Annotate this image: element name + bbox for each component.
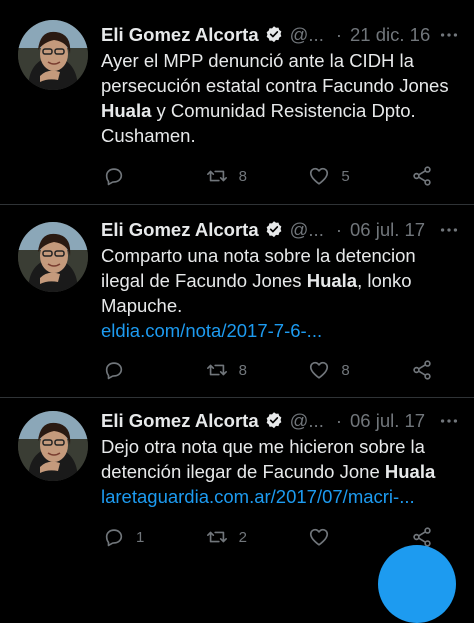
retweet-count: 8 [238, 361, 247, 379]
separator-dot: · [335, 410, 343, 431]
tweet-text-part: Dejo otra nota que me hicieron sobre la … [101, 436, 425, 482]
tweet-header: Eli Gomez Alcorta @... · 06 jul. 17 [101, 217, 460, 243]
avatar[interactable] [18, 222, 88, 292]
tweet-date[interactable]: 06 jul. 17 [350, 219, 425, 241]
reply-count: 1 [136, 528, 145, 546]
verified-badge-icon [266, 26, 281, 43]
heart-icon [310, 528, 329, 546]
reply-button[interactable]: 1 [103, 526, 173, 548]
retweet-button[interactable]: 8 [206, 359, 276, 381]
share-button[interactable] [411, 359, 433, 381]
like-button[interactable]: 8 [308, 359, 378, 381]
author-name[interactable]: Eli Gomez Alcorta [101, 410, 259, 432]
author-handle[interactable]: @... [290, 410, 324, 432]
author-name[interactable]: Eli Gomez Alcorta [101, 219, 259, 241]
like-count: 5 [341, 167, 350, 185]
tweet-actions: 8 8 [103, 358, 433, 382]
more-dots-icon[interactable] [438, 24, 460, 46]
tweet-text-bold: Huala [306, 270, 358, 291]
tweet[interactable]: Eli Gomez Alcorta @... · 06 jul. 17 Comp… [0, 204, 474, 397]
reply-button[interactable] [103, 165, 173, 187]
tweet-text-part: Ayer el MPP denunció ante la CIDH la per… [101, 50, 449, 96]
tweet-text-bold: Huala [384, 461, 436, 482]
like-button[interactable]: 5 [308, 165, 378, 187]
heart-icon [310, 361, 329, 379]
reply-button[interactable] [103, 359, 173, 381]
tweet-link[interactable]: eldia.com/nota/2017-7-6-... [101, 320, 322, 341]
reply-icon [105, 529, 123, 547]
avatar[interactable] [18, 20, 88, 90]
tweet-date[interactable]: 06 jul. 17 [350, 410, 425, 432]
heart-icon [310, 167, 329, 185]
reply-icon [105, 168, 123, 186]
retweet-icon [206, 531, 227, 543]
share-icon [413, 166, 431, 186]
share-button[interactable] [411, 165, 433, 187]
avatar-image [18, 411, 88, 481]
author-handle[interactable]: @... [290, 24, 324, 46]
verified-badge-icon [266, 221, 281, 238]
author-handle[interactable]: @... [290, 219, 324, 241]
retweet-icon [206, 170, 227, 182]
like-count: 8 [341, 361, 350, 379]
verified-badge-icon [266, 412, 281, 429]
separator-dot: · [335, 24, 343, 45]
tweet[interactable]: Eli Gomez Alcorta @... · 06 jul. 17 Dejo… [0, 397, 474, 569]
avatar-image [18, 20, 88, 90]
tweet-text-bold: Huala [101, 100, 152, 121]
retweet-count: 8 [238, 167, 247, 185]
more-dots-icon[interactable] [438, 410, 460, 432]
tweet-date[interactable]: 21 dic. 16 [350, 24, 430, 46]
retweet-button[interactable]: 2 [206, 526, 276, 548]
author-name[interactable]: Eli Gomez Alcorta [101, 24, 259, 46]
retweet-count: 2 [238, 528, 247, 546]
tweet-text: Dejo otra nota que me hicieron sobre la … [101, 434, 460, 509]
tweet-header: Eli Gomez Alcorta @... · 21 dic. 16 [101, 22, 460, 48]
tweet-link[interactable]: laretaguardia.com.ar/2017/07/macri-... [101, 486, 415, 507]
reply-icon [105, 362, 123, 380]
tweet-actions: 8 5 [103, 164, 433, 188]
share-icon [413, 360, 431, 380]
tweet-header: Eli Gomez Alcorta @... · 06 jul. 17 [101, 408, 460, 434]
more-dots-icon[interactable] [438, 219, 460, 241]
retweet-button[interactable]: 8 [206, 165, 276, 187]
like-button[interactable] [308, 526, 378, 548]
tweet-text: Ayer el MPP denunció ante la CIDH la per… [101, 48, 460, 148]
avatar[interactable] [18, 411, 88, 481]
retweet-icon [206, 364, 227, 376]
tweet-actions: 1 2 [103, 525, 433, 549]
tweet-text: Comparto una nota sobre la detencion ile… [101, 243, 460, 343]
tweet[interactable]: Eli Gomez Alcorta @... · 21 dic. 16 Ayer… [0, 0, 474, 204]
separator-dot: · [335, 219, 343, 240]
avatar-image [18, 222, 88, 292]
compose-fab[interactable] [378, 545, 456, 623]
